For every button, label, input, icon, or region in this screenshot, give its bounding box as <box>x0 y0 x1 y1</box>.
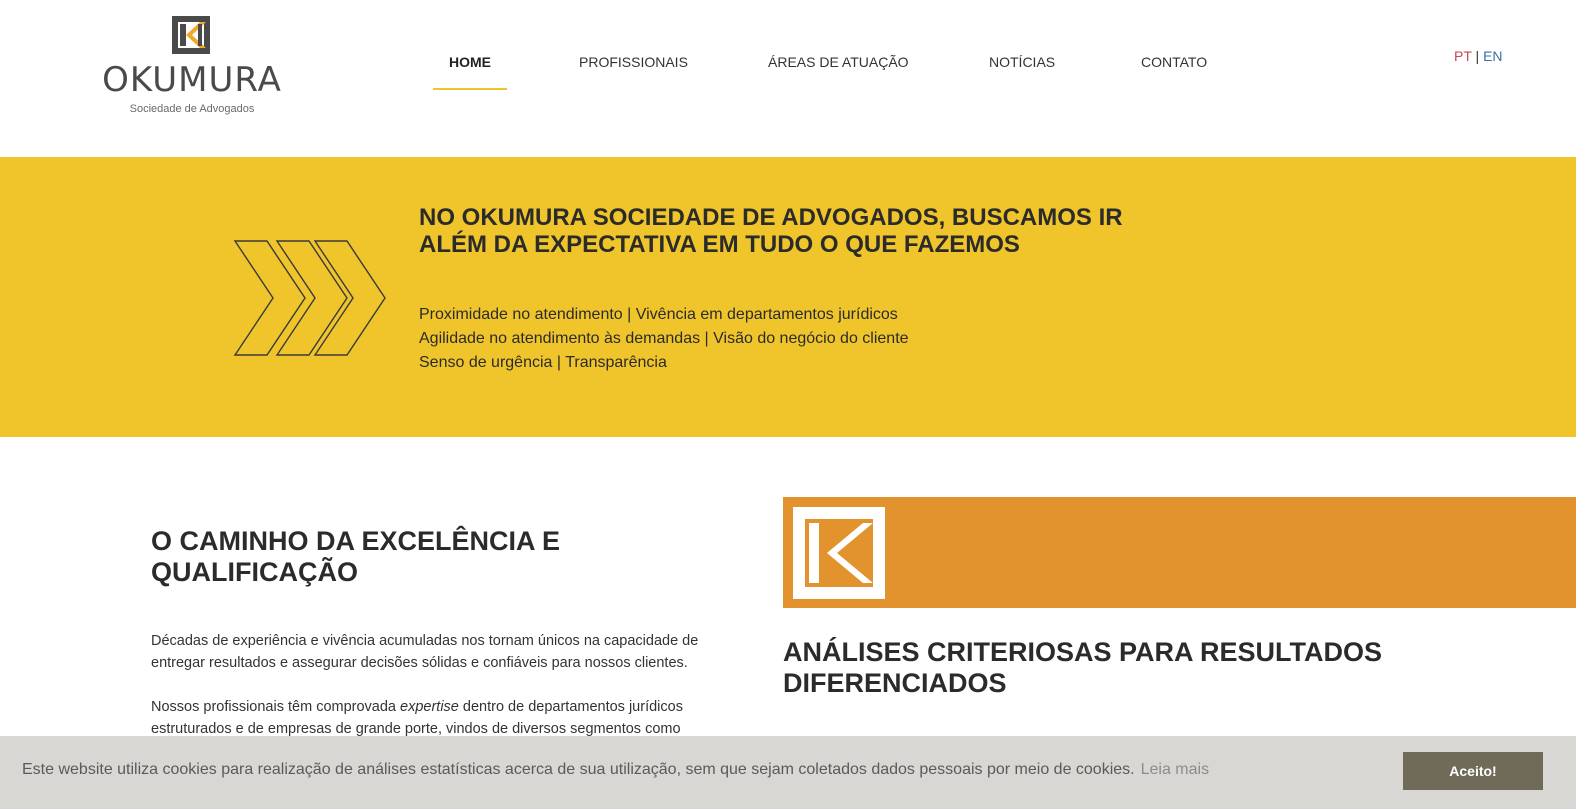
cookie-accept-button[interactable]: Aceito! <box>1403 752 1543 790</box>
site-logo[interactable]: OKUMURA Sociedade de Advogados <box>100 16 284 120</box>
paragraph-text: Nossos profissionais têm comprovada <box>151 699 401 715</box>
banner-title: NO OKUMURA SOCIEDADE DE ADVOGADOS, BUSCA… <box>419 204 1123 258</box>
orange-brand-block <box>783 497 1576 608</box>
okumura-k-logo-icon <box>172 16 210 54</box>
analysis-heading: ANÁLISES CRITERIOSAS PARA RESULTADOS DIF… <box>783 637 1383 698</box>
nav-profissionais[interactable]: PROFISSIONAIS <box>579 50 688 90</box>
banner-line: Proximidade no atendimento | Vivência em… <box>419 306 898 323</box>
excellence-paragraph-2: Nossos profissionais têm comprovada expe… <box>151 696 711 740</box>
site-header: OKUMURA Sociedade de Advogados HOME PROF… <box>0 0 1576 157</box>
lang-pt-link[interactable]: PT <box>1454 48 1472 64</box>
banner-line: Agilidade no atendimento às demandas | V… <box>419 330 909 347</box>
excellence-section: O CAMINHO DA EXCELÊNCIA E QUALIFICAÇÃO D… <box>151 526 711 740</box>
excellence-paragraph-1: Décadas de experiência e vivência acumul… <box>151 633 699 671</box>
lang-separator: | <box>1475 48 1480 64</box>
white-k-logo-icon <box>793 507 885 599</box>
triple-chevron-icon <box>233 240 386 356</box>
nav-areas-de-atuacao[interactable]: ÁREAS DE ATUAÇÃO <box>768 50 909 90</box>
logo-wordmark: OKUMURA <box>102 60 282 100</box>
nav-contato[interactable]: CONTATO <box>1141 50 1207 90</box>
logo-subtitle: Sociedade de Advogados <box>129 103 255 115</box>
hero-banner: NO OKUMURA SOCIEDADE DE ADVOGADOS, BUSCA… <box>0 157 1576 437</box>
nav-noticias[interactable]: NOTÍCIAS <box>989 50 1055 90</box>
paragraph-emphasis: expertise <box>400 699 459 715</box>
cookie-consent-bar: Este website utiliza cookies para realiz… <box>0 736 1576 809</box>
language-switcher: PT | EN <box>1454 46 1503 66</box>
cookie-read-more-link[interactable]: Leia mais <box>1141 761 1209 778</box>
cookie-text: Este website utiliza cookies para realiz… <box>22 761 1135 778</box>
lang-en-link[interactable]: EN <box>1483 48 1502 64</box>
banner-values: Proximidade no atendimento | Vivência em… <box>419 303 1119 375</box>
cookie-message: Este website utiliza cookies para realiz… <box>22 760 1209 780</box>
nav-home[interactable]: HOME <box>433 50 507 90</box>
banner-line: Senso de urgência | Transparência <box>419 354 667 371</box>
excellence-heading: O CAMINHO DA EXCELÊNCIA E QUALIFICAÇÃO <box>151 526 561 587</box>
